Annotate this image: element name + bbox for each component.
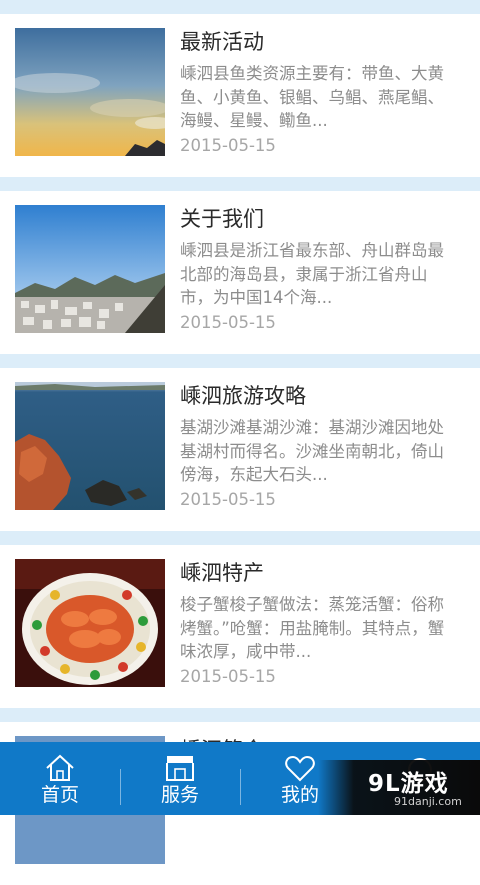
watermark: 9L游戏 91danji.com [318,760,480,815]
article-summary: 嵊泗县鱼类资源主要有：带鱼、大黄鱼、小黄鱼、银鲳、乌鲳、燕尾鲳、海鳗、星鳗、鳓鱼… [180,64,444,130]
article-summary: 梭子蟹梭子蟹做法：蒸笼活蟹：俗称烤蟹。”呛蟹：用盐腌制。其特点，蟹味浓厚，咸中带… [180,595,445,661]
article-thumbnail[interactable] [15,28,165,156]
article-date: 2015-05-15 [180,490,276,509]
article-summary: 嵊泗县是浙江省最东部、舟山群岛最北部的海岛县，隶属于浙江省舟山市，为中国14个海… [180,241,444,307]
tab-label: 服务 [160,784,199,806]
article-title[interactable]: 最新活动 [180,28,264,56]
list-item[interactable]: 最新活动 嵊泗县鱼类资源主要有：带鱼、大黄鱼、小黄鱼、银鲳、乌鲳、燕尾鲳、海鳗、… [0,14,480,177]
tab-home[interactable]: 首页 [0,742,120,815]
watermark-logo: 9L游戏 [368,771,449,797]
shrimp-dish-photo [15,559,165,687]
article-date: 2015-05-15 [180,136,276,155]
tab-service[interactable]: 服务 [120,742,240,815]
sea-rocks-photo [15,382,165,510]
tab-label: 首页 [40,784,79,806]
home-icon [46,754,74,781]
tab-divider [240,769,241,805]
list-item[interactable]: 嵊泗旅游攻略 基湖沙滩基湖沙滩：基湖沙滩因地处基湖村而得名。沙滩坐南朝北，倚山傍… [0,368,480,531]
article-title[interactable]: 关于我们 [180,205,264,233]
article-summary: 基湖沙滩基湖沙滩：基湖沙滩因地处基湖村而得名。沙滩坐南朝北，倚山傍海，东起大石头… [180,418,444,484]
article-thumbnail[interactable] [15,559,165,687]
sunset-sky-photo [15,28,165,156]
coastal-town-photo [15,205,165,333]
article-date: 2015-05-15 [180,667,276,686]
list-item[interactable]: 关于我们 嵊泗县是浙江省最东部、舟山群岛最北部的海岛县，隶属于浙江省舟山市，为中… [0,191,480,354]
article-title[interactable]: 嵊泗特产 [180,559,264,587]
article-thumbnail[interactable] [15,205,165,333]
article-thumbnail[interactable] [15,382,165,510]
heart-icon [285,755,315,782]
watermark-url: 91danji.com [394,795,462,808]
list-item[interactable]: 嵊泗特产 梭子蟹梭子蟹做法：蒸笼活蟹：俗称烤蟹。”呛蟹：用盐腌制。其特点，蟹味浓… [0,545,480,708]
shop-icon [166,756,194,781]
article-date: 2015-05-15 [180,313,276,332]
article-title[interactable]: 嵊泗旅游攻略 [180,382,306,410]
tab-divider [120,769,121,805]
